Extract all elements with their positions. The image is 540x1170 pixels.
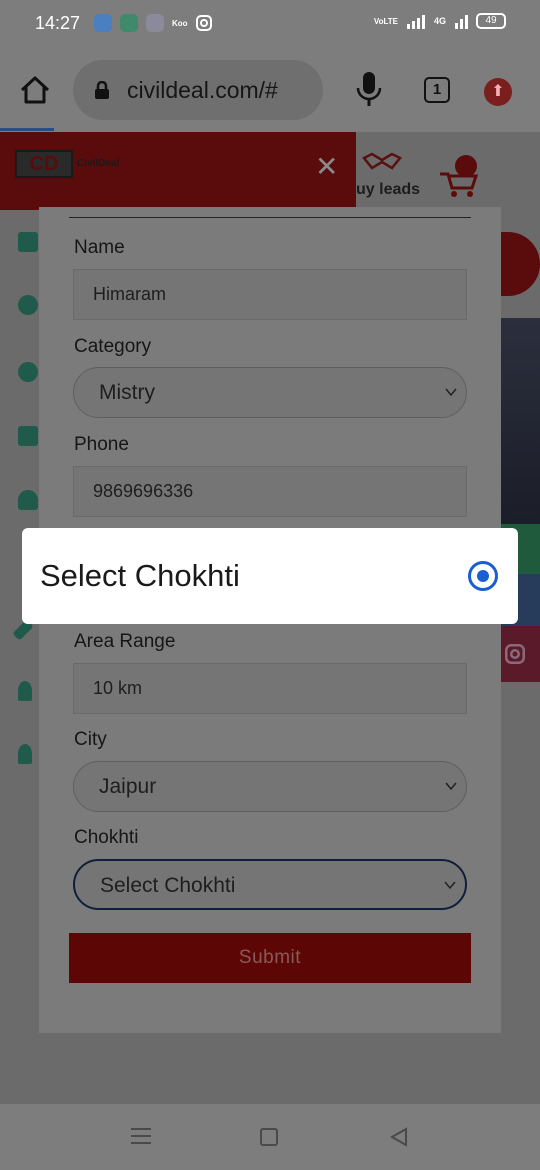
app-notification-icon xyxy=(94,14,112,32)
back-icon[interactable] xyxy=(388,1126,410,1148)
name-input[interactable]: Himaram xyxy=(73,269,467,320)
category-select[interactable]: Mistry xyxy=(73,367,467,418)
buy-leads-link[interactable]: uy leads xyxy=(356,181,420,199)
system-nav-bar xyxy=(0,1104,540,1170)
area-range-label: Area Range xyxy=(74,631,176,652)
microphone-icon[interactable] xyxy=(355,70,383,108)
home-icon[interactable] xyxy=(18,73,52,107)
cart-icon[interactable] xyxy=(438,154,482,198)
handshake-icon xyxy=(362,152,402,170)
city-banner-image xyxy=(500,318,540,524)
home-nav-icon[interactable] xyxy=(260,1128,278,1146)
briefcase-icon[interactable] xyxy=(18,232,38,252)
close-icon[interactable]: ✕ xyxy=(315,150,338,183)
category-value: Mistry xyxy=(99,381,155,404)
user-icon-2[interactable] xyxy=(18,744,32,764)
browser-toolbar: civildeal.com/# 1 ⬆ xyxy=(0,48,540,132)
modal-divider xyxy=(69,217,471,218)
network-type-icon: 4G xyxy=(433,16,446,26)
signal-icon xyxy=(406,15,425,29)
tab-switcher-button[interactable]: 1 xyxy=(424,77,450,103)
chokhti-options-popup: Select Chokhti xyxy=(22,528,518,624)
recent-apps-icon[interactable] xyxy=(131,1127,151,1145)
calendar-notification-icon xyxy=(120,14,138,32)
selected-radio-icon[interactable] xyxy=(468,561,498,591)
site-logo[interactable]: CD xyxy=(15,150,73,178)
settings-notification-icon xyxy=(146,14,164,32)
radio-dot xyxy=(477,570,489,582)
instagram-button[interactable] xyxy=(500,626,540,682)
note-icon[interactable] xyxy=(18,426,38,446)
chokhti-select[interactable]: Select Chokhti xyxy=(73,859,467,910)
koo-notification-icon: Koo xyxy=(172,18,188,28)
page-load-progress xyxy=(0,128,54,131)
address-bar[interactable]: civildeal.com/# xyxy=(73,60,323,120)
update-icon[interactable]: ⬆ xyxy=(484,78,512,106)
area-range-input[interactable]: 10 km xyxy=(73,663,467,714)
chevron-down-icon xyxy=(444,881,456,890)
signal-icon-2 xyxy=(455,15,468,29)
chokhti-value: Select Chokhti xyxy=(100,874,236,897)
submit-button[interactable]: Submit xyxy=(69,933,471,983)
city-label: City xyxy=(74,729,107,750)
phone-label: Phone xyxy=(74,434,129,455)
status-indicators: VoLTE 4G 49 xyxy=(374,13,506,29)
status-time: 14:27 xyxy=(35,13,81,33)
user-plus-icon[interactable] xyxy=(18,490,38,510)
url-text: civildeal.com/# xyxy=(127,77,278,103)
name-label: Name xyxy=(74,237,125,258)
chevron-down-icon xyxy=(445,388,457,397)
phone-input[interactable]: 9869696336 xyxy=(73,466,467,517)
notification-icons: Koo xyxy=(94,14,212,32)
city-value: Jaipur xyxy=(99,775,157,798)
volte-icon: VoLTE xyxy=(373,16,398,26)
podcast-icon[interactable] xyxy=(18,295,38,315)
chevron-down-icon xyxy=(445,782,457,791)
instagram-icon xyxy=(505,644,525,664)
category-label: Category xyxy=(74,336,152,357)
user-icon[interactable] xyxy=(18,681,32,701)
chokhti-label: Chokhti xyxy=(74,827,139,848)
site-header: CD CivilDeal ✕ xyxy=(0,132,356,210)
city-select[interactable]: Jaipur xyxy=(73,761,467,812)
option-select-chokhti[interactable]: Select Chokhti xyxy=(40,558,240,594)
status-bar: 14:27 Koo VoLTE 4G 49 xyxy=(0,0,540,48)
instagram-notification-icon xyxy=(195,15,212,31)
cogs-icon[interactable] xyxy=(18,362,38,382)
battery-icon: 49 xyxy=(476,13,506,29)
site-logo-name: CivilDeal xyxy=(77,158,120,169)
lock-icon xyxy=(95,81,109,99)
